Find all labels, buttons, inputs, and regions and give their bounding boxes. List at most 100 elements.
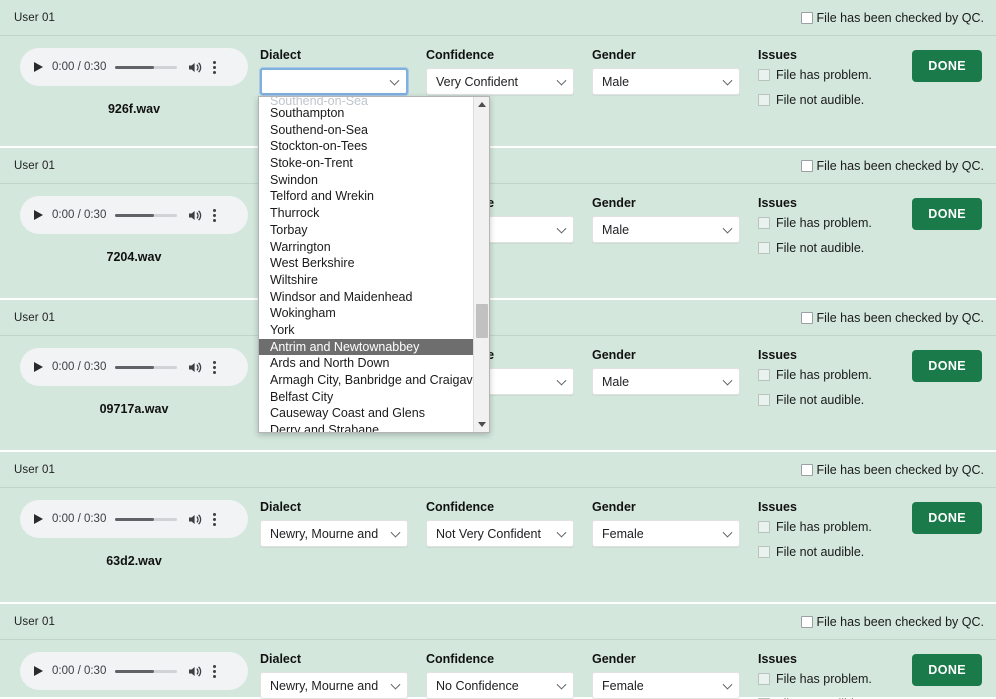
done-button[interactable]: DONE <box>912 350 982 382</box>
done-button[interactable]: DONE <box>912 654 982 686</box>
issue-not-audible-checkbox[interactable] <box>758 94 770 106</box>
scroll-up-arrow-icon[interactable] <box>477 102 486 107</box>
gender-select[interactable]: Male <box>592 216 740 243</box>
qc-checkbox[interactable] <box>800 159 813 172</box>
qc-checkbox[interactable] <box>800 11 813 24</box>
list-item[interactable]: Swindon <box>259 172 473 189</box>
issue-problem-row[interactable]: File has problem. <box>758 68 908 82</box>
list-item[interactable]: Southend-on-Sea <box>259 97 473 105</box>
audio-player[interactable]: 0:00 / 0:30 <box>20 196 248 234</box>
dropdown-scrollbar[interactable] <box>473 97 489 432</box>
issue-problem-row[interactable]: File has problem. <box>758 216 908 230</box>
list-item[interactable]: Armagh City, Banbridge and Craigavon <box>259 372 473 389</box>
scrollbar-thumb[interactable] <box>476 304 488 338</box>
gender-select[interactable]: Female <box>592 672 740 699</box>
audio-player[interactable]: 0:00 / 0:30 <box>20 48 248 86</box>
card-header: User 01 File has been checked by QC. <box>0 148 996 184</box>
issue-not-audible-row[interactable]: File not audible. <box>758 93 908 107</box>
qc-checkbox-group[interactable]: File has been checked by QC. <box>800 311 984 325</box>
qc-checkbox[interactable] <box>800 311 813 324</box>
scroll-down-arrow-icon[interactable] <box>477 422 486 427</box>
audio-progress-slider[interactable] <box>115 517 178 521</box>
volume-icon[interactable] <box>188 361 203 374</box>
audio-player[interactable]: 0:00 / 0:30 <box>20 652 248 690</box>
list-item[interactable]: York <box>259 322 473 339</box>
list-item[interactable]: Wiltshire <box>259 272 473 289</box>
issue-problem-row[interactable]: File has problem. <box>758 368 908 382</box>
qc-checkbox[interactable] <box>800 463 813 476</box>
audio-progress-slider[interactable] <box>115 669 178 673</box>
confidence-select[interactable]: Not Very Confident <box>426 520 574 547</box>
audio-progress-slider[interactable] <box>115 213 178 217</box>
audio-player[interactable]: 0:00 / 0:30 <box>20 348 248 386</box>
list-item[interactable]: Warrington <box>259 239 473 256</box>
kebab-menu-icon[interactable] <box>213 360 217 374</box>
dialect-select[interactable] <box>260 68 408 95</box>
play-icon[interactable] <box>34 362 43 372</box>
kebab-menu-icon[interactable] <box>213 512 217 526</box>
list-item[interactable]: Belfast City <box>259 389 473 406</box>
done-button[interactable]: DONE <box>912 198 982 230</box>
issue-problem-row[interactable]: File has problem. <box>758 520 908 534</box>
volume-icon[interactable] <box>188 513 203 526</box>
list-item[interactable]: Telford and Wrekin <box>259 188 473 205</box>
confidence-select[interactable]: No Confidence <box>426 672 574 699</box>
audio-progress-slider[interactable] <box>115 365 178 369</box>
play-icon[interactable] <box>34 514 43 524</box>
gender-select[interactable]: Female <box>592 520 740 547</box>
gender-select[interactable]: Male <box>592 368 740 395</box>
list-item[interactable]: Torbay <box>259 222 473 239</box>
issue-not-audible-checkbox[interactable] <box>758 242 770 254</box>
issue-not-audible-row[interactable]: File not audible. <box>758 393 908 407</box>
issue-problem-checkbox[interactable] <box>758 521 770 533</box>
list-item[interactable]: Southampton <box>259 105 473 122</box>
dialect-select[interactable]: Newry, Mourne and <box>260 520 408 547</box>
dialect-dropdown-listbox[interactable]: Southend-on-Sea Southampton Southend-on-Se… <box>258 96 490 433</box>
qc-checkbox-group[interactable]: File has been checked by QC. <box>800 11 984 25</box>
confidence-select[interactable]: Very Confident <box>426 68 574 95</box>
issue-not-audible-checkbox[interactable] <box>758 394 770 406</box>
done-button[interactable]: DONE <box>912 502 982 534</box>
list-item[interactable]: Thurrock <box>259 205 473 222</box>
done-button[interactable]: DONE <box>912 50 982 82</box>
list-item[interactable]: Causeway Coast and Glens <box>259 405 473 422</box>
volume-icon[interactable] <box>188 665 203 678</box>
list-item[interactable]: Stoke-on-Trent <box>259 155 473 172</box>
kebab-menu-icon[interactable] <box>213 208 217 222</box>
dialect-dropdown-options[interactable]: Southend-on-Sea Southampton Southend-on-Se… <box>259 97 473 432</box>
list-item[interactable]: Ards and North Down <box>259 355 473 372</box>
user-label: User 01 <box>14 463 55 476</box>
kebab-menu-icon[interactable] <box>213 664 217 678</box>
gender-select[interactable]: Male <box>592 68 740 95</box>
dialect-select[interactable]: Newry, Mourne and <box>260 672 408 699</box>
audio-progress-slider[interactable] <box>115 65 178 69</box>
list-item[interactable]: Antrim and Newtownabbey <box>259 338 473 356</box>
list-item[interactable]: Stockton-on-Tees <box>259 138 473 155</box>
list-item[interactable]: Wokingham <box>259 305 473 322</box>
issue-problem-row[interactable]: File has problem. <box>758 672 908 686</box>
volume-icon[interactable] <box>188 61 203 74</box>
qc-checkbox[interactable] <box>800 615 813 628</box>
issue-problem-checkbox[interactable] <box>758 673 770 685</box>
done-button-wrap: DONE <box>912 48 982 82</box>
issue-problem-checkbox[interactable] <box>758 369 770 381</box>
qc-checkbox-group[interactable]: File has been checked by QC. <box>800 615 984 629</box>
audio-player[interactable]: 0:00 / 0:30 <box>20 500 248 538</box>
qc-checkbox-group[interactable]: File has been checked by QC. <box>800 463 984 477</box>
list-item[interactable]: Derry and Strabane <box>259 422 473 432</box>
list-item[interactable]: West Berkshire <box>259 255 473 272</box>
qc-checkbox-group[interactable]: File has been checked by QC. <box>800 159 984 173</box>
issue-not-audible-checkbox[interactable] <box>758 546 770 558</box>
card-body: 0:00 / 0:30 09717a.wav Dialect Confidenc <box>0 336 996 428</box>
list-item[interactable]: Windsor and Maidenhead <box>259 289 473 306</box>
issue-problem-checkbox[interactable] <box>758 69 770 81</box>
play-icon[interactable] <box>34 210 43 220</box>
issue-not-audible-row[interactable]: File not audible. <box>758 545 908 559</box>
list-item[interactable]: Southend-on-Sea <box>259 122 473 139</box>
play-icon[interactable] <box>34 62 43 72</box>
kebab-menu-icon[interactable] <box>213 60 217 74</box>
issue-problem-checkbox[interactable] <box>758 217 770 229</box>
issue-not-audible-row[interactable]: File not audible. <box>758 241 908 255</box>
volume-icon[interactable] <box>188 209 203 222</box>
play-icon[interactable] <box>34 666 43 676</box>
